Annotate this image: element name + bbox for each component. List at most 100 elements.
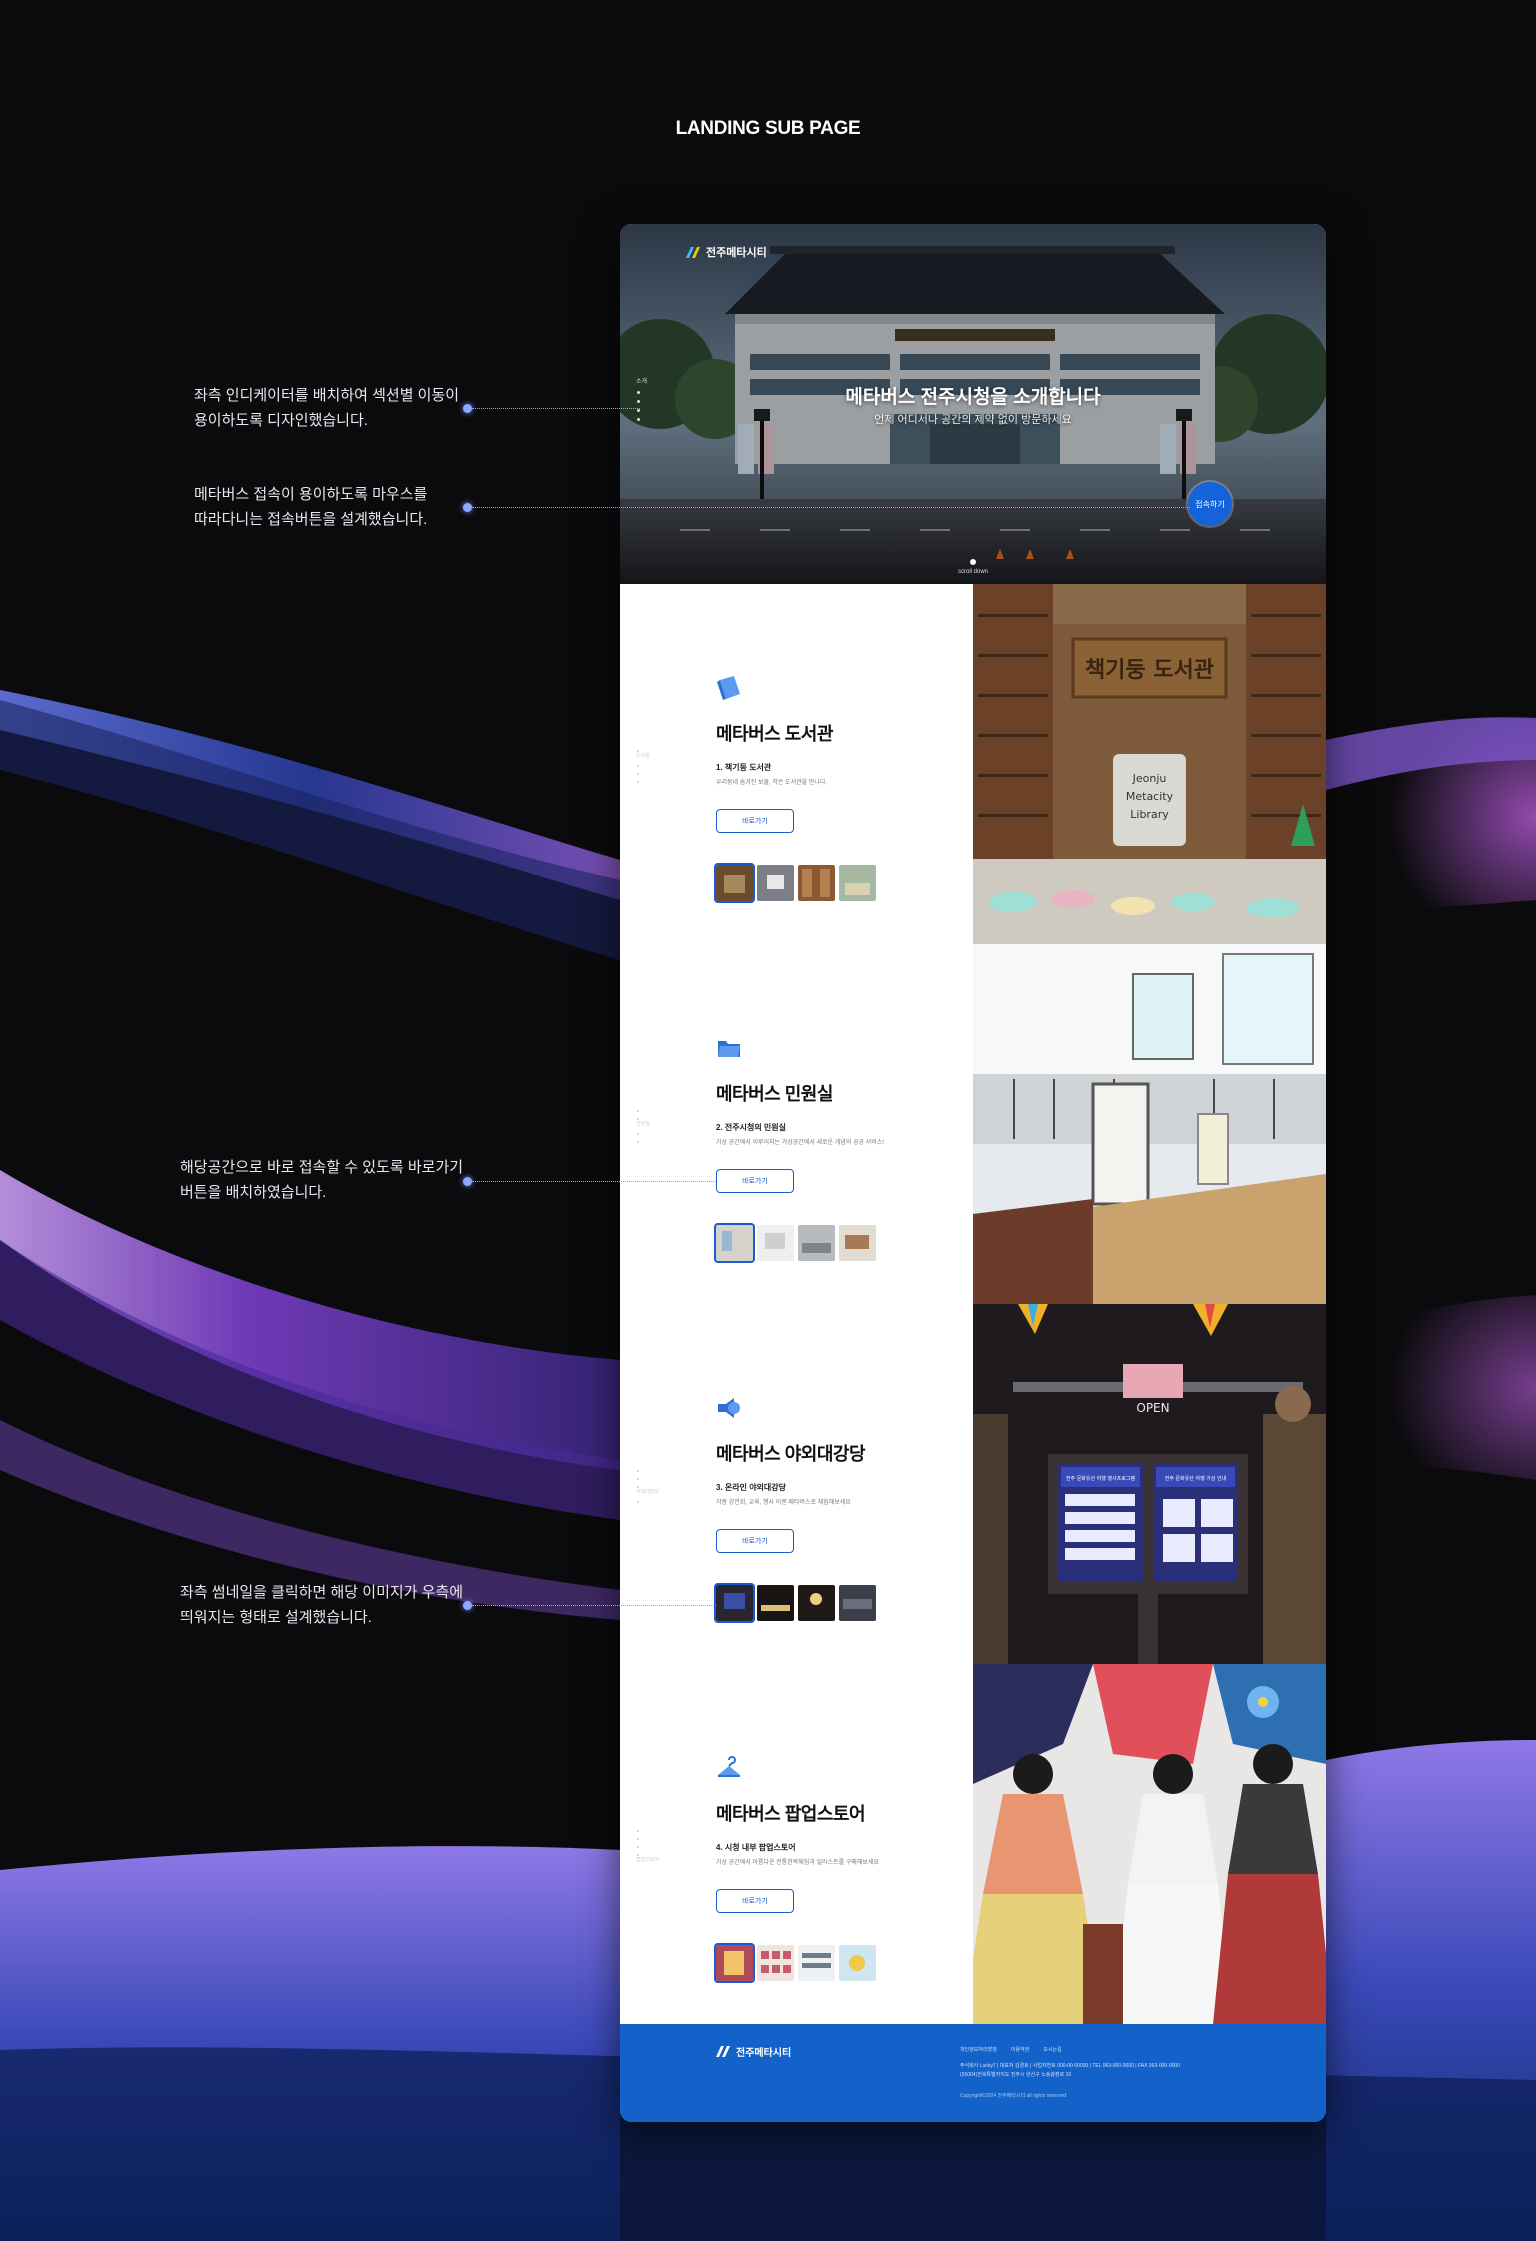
- thumbnail[interactable]: [798, 1945, 835, 1981]
- board-left-title: 전주 문화유산 야행 행사프로그램: [1066, 1475, 1136, 1482]
- annotation-indicator: 좌측 인디케이터를 배치하여 섹션별 이동이 용이하도록 디자인했습니다.: [194, 383, 459, 433]
- hero-logo[interactable]: 전주메타시티: [686, 244, 767, 260]
- annotation-dot: [463, 1177, 472, 1186]
- indicator-label: 야외대강당: [636, 1489, 660, 1495]
- shortcut-button[interactable]: 바로가기: [716, 1169, 794, 1193]
- footer: 전주메타시티 개인정보처리방침 이용약관 오시는길 주식회사 Lucky7 | …: [620, 2024, 1326, 2122]
- section-description: 우리동네 숨겨진 보물, 작은 도서관을 만나다.: [716, 780, 828, 786]
- footer-company-info: 주식회사 Lucky7 | 대표자 김경호 | 사업자번호 000-00-000…: [960, 2062, 1180, 2080]
- civil-service-scene: [973, 944, 1326, 1304]
- indicator-dot[interactable]: [637, 1830, 639, 1832]
- section-outdoor-hall: 야외대강당 메타버스 야외대강당 3. 온라인 야외대강당 각종 강연회, 교육…: [620, 1304, 1326, 1664]
- section-preview-image: [973, 944, 1326, 1304]
- thumbnail[interactable]: [839, 1225, 876, 1261]
- side-indicator[interactable]: 민원실: [636, 1104, 650, 1143]
- section-description: 각종 강연회, 교육, 행사 이젠 메타버스로 체험해보세요: [716, 1500, 851, 1506]
- thumbnail[interactable]: [757, 865, 794, 901]
- section-subtitle: 2. 전주시청의 민원실: [716, 1123, 786, 1132]
- indicator-dot[interactable]: [637, 1854, 639, 1856]
- thumbnail[interactable]: [839, 1585, 876, 1621]
- library-wall-text: Library: [1130, 808, 1169, 821]
- annotation-connector: [472, 408, 640, 409]
- thumbnail[interactable]: [839, 865, 876, 901]
- indicator-dot[interactable]: [637, 1470, 639, 1472]
- hero-section: 전주메타시티 소개 메타버스 전주시청을 소개합니다 언제 어디서나 공간의 제…: [620, 224, 1326, 584]
- indicator-dot[interactable]: [637, 750, 639, 752]
- landing-mockup: 전주메타시티 소개 메타버스 전주시청을 소개합니다 언제 어디서나 공간의 제…: [620, 224, 1326, 2122]
- annotation-connector: [472, 1181, 716, 1182]
- indicator-dot[interactable]: [637, 1846, 639, 1848]
- annotation-line-text: 해당공간으로 바로 접속할 수 있도록 바로가기: [180, 1159, 464, 1176]
- indicator-dot[interactable]: [637, 1110, 639, 1112]
- thumbnail[interactable]: [798, 1225, 835, 1261]
- indicator-dot[interactable]: [637, 1478, 639, 1480]
- library-sign-text: 책기둥 도서관: [1085, 658, 1214, 683]
- shortcut-button[interactable]: 바로가기: [716, 809, 794, 833]
- indicator-dot[interactable]: [637, 1118, 639, 1120]
- indicator-dot[interactable]: [637, 765, 639, 767]
- annotation-connector: [472, 1605, 716, 1606]
- section-description: 가상 공간에서 이루어지는 가상공간에서 새로운 개념의 공공 서비스!: [716, 1140, 884, 1146]
- annotation-connector: [472, 507, 1190, 508]
- footer-info-line: 주식회사 Lucky7 | 대표자 김경호 | 사업자번호 000-00-000…: [960, 2063, 1180, 2069]
- footer-logo[interactable]: 전주메타시티: [716, 2044, 791, 2059]
- indicator-label: 팝업스토어: [636, 1857, 660, 1863]
- annotation-thumbnails: 좌측 썸네일을 클릭하면 해당 이미지가 우측에 띄워지는 형태로 설계했습니다…: [180, 1580, 463, 1630]
- board-right-title: 전주 문화유산 야행 가상 안내: [1165, 1475, 1227, 1482]
- indicator-dot[interactable]: [637, 1133, 639, 1135]
- thumbnail[interactable]: [798, 1585, 835, 1621]
- thumbnail-list: [714, 1223, 876, 1263]
- thumbnail[interactable]: [714, 1943, 755, 1983]
- section-content: 민원실 메타버스 민원실 2. 전주시청의 민원실 가상 공간에서 이루어지는 …: [620, 944, 973, 1304]
- section-popup-store: 팝업스토어 메타버스 팝업스토어 4. 시청 내부 팝업스토어 가상 공간에서 …: [620, 1664, 1326, 2024]
- thumbnail-list: [714, 1943, 876, 1983]
- library-wall-text: Metacity: [1126, 790, 1174, 803]
- section-title: 메타버스 민원실: [716, 1084, 833, 1104]
- footer-link-privacy[interactable]: 개인정보처리방침: [960, 2046, 997, 2053]
- annotation-dot: [463, 1601, 472, 1610]
- logo-mark-icon: [716, 2046, 730, 2057]
- connect-button[interactable]: 접속하기: [1188, 482, 1232, 526]
- section-subtitle: 4. 시청 내부 팝업스토어: [716, 1843, 796, 1852]
- footer-link-directions[interactable]: 오시는길: [1043, 2046, 1061, 2053]
- thumbnail[interactable]: [798, 865, 835, 901]
- shortcut-button[interactable]: 바로가기: [716, 1889, 794, 1913]
- thumbnail[interactable]: [757, 1225, 794, 1261]
- thumbnail[interactable]: [839, 1945, 876, 1981]
- hanger-icon: [718, 1756, 740, 1777]
- logo-text: 전주메타시티: [706, 247, 767, 259]
- shortcut-button[interactable]: 바로가기: [716, 1529, 794, 1553]
- hero-subtitle: 언제 어디서나 공간의 제약 없이 방문하세요: [874, 414, 1072, 426]
- scroll-down-indicator[interactable]: scroll down: [620, 559, 1326, 575]
- folder-icon: [718, 1041, 740, 1057]
- section-title: 메타버스 팝업스토어: [716, 1804, 866, 1824]
- indicator-dot[interactable]: [637, 1501, 639, 1503]
- section-civil-service: 민원실 메타버스 민원실 2. 전주시청의 민원실 가상 공간에서 이루어지는 …: [620, 944, 1326, 1304]
- thumbnail[interactable]: [714, 1583, 755, 1623]
- section-content: 야외대강당 메타버스 야외대강당 3. 온라인 야외대강당 각종 강연회, 교육…: [620, 1304, 973, 1664]
- annotation-line-text: 좌측 인디케이터를 배치하여 섹션별 이동이: [194, 387, 460, 404]
- thumbnail[interactable]: [714, 1223, 755, 1263]
- indicator-dot[interactable]: [637, 1486, 639, 1488]
- thumbnail[interactable]: [757, 1585, 794, 1621]
- thumbnail-list: [714, 1583, 876, 1623]
- page-heading: LANDING SUB PAGE: [675, 118, 861, 139]
- library-wall-text: Jeonju: [1132, 772, 1167, 785]
- side-indicator[interactable]: 야외대강당: [636, 1464, 659, 1503]
- indicator-dot[interactable]: [637, 1838, 639, 1840]
- annotation-dot: [463, 503, 472, 512]
- open-sign-text: OPEN: [1136, 1401, 1169, 1415]
- indicator-dot[interactable]: [637, 781, 639, 783]
- section-preview-image: [973, 1664, 1326, 2024]
- side-indicator[interactable]: 도서관: [636, 744, 650, 783]
- indicator-dot[interactable]: [637, 1141, 639, 1143]
- side-indicator[interactable]: 팝업스토어: [636, 1824, 659, 1863]
- thumbnail[interactable]: [714, 863, 755, 903]
- section-description: 가상 공간에서 아름다운 전통한복체험과 일러스트를 구매해보세요: [716, 1860, 879, 1866]
- indicator-label: 민원실: [636, 1121, 650, 1127]
- footer-link-terms[interactable]: 이용약관: [1011, 2046, 1029, 2053]
- section-title: 메타버스 도서관: [716, 724, 833, 744]
- indicator-dot[interactable]: [637, 773, 639, 775]
- speaker-icon: [718, 1398, 740, 1418]
- thumbnail[interactable]: [757, 1945, 794, 1981]
